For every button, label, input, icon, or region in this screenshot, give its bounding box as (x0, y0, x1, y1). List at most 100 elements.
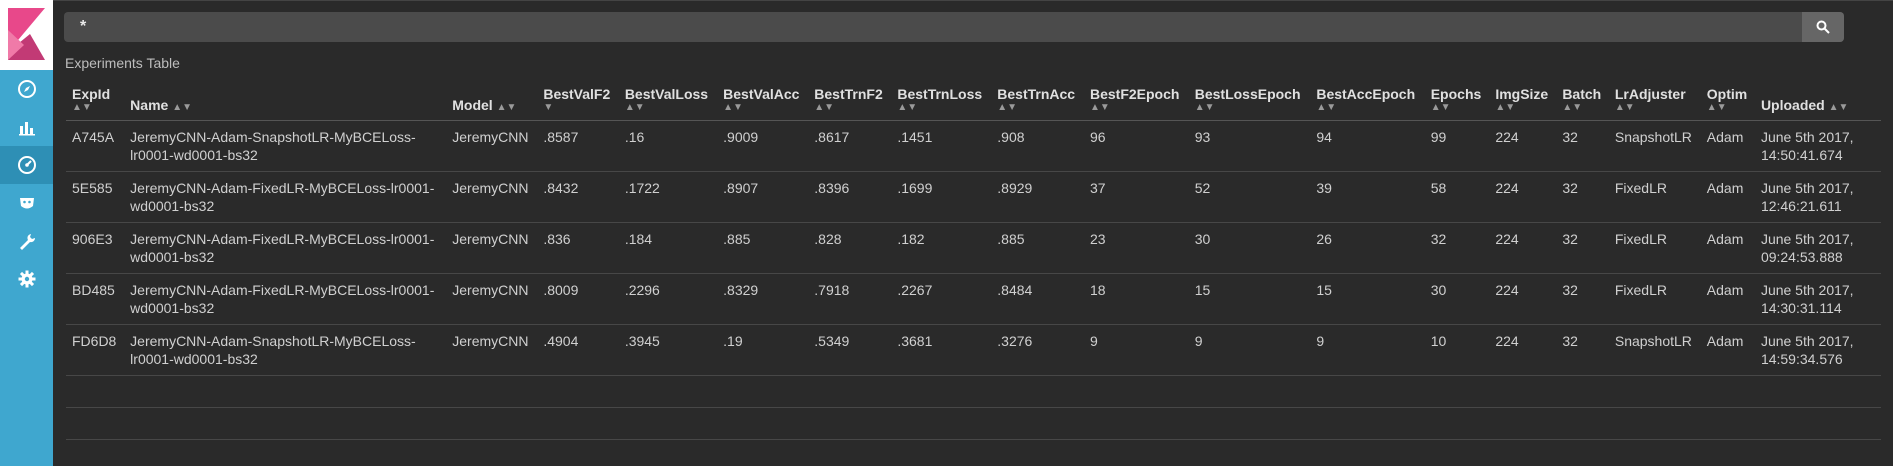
col-header-optim[interactable]: Optim ▲▼ (1700, 80, 1755, 121)
cell-batch: 32 (1556, 273, 1609, 325)
cell-uploaded: June 5th 2017, 14:59:34.576 (1754, 324, 1881, 376)
col-header-besttrnacc[interactable]: BestTrnAcc ▲▼ (991, 80, 1084, 121)
col-header-bestvalacc[interactable]: BestValAcc ▲▼ (717, 80, 809, 121)
cell-epochs: 10 (1424, 324, 1490, 376)
cell-imgsize: 224 (1489, 222, 1557, 274)
cell-lradjuster: FixedLR (1608, 171, 1701, 223)
nav-timelion[interactable] (0, 184, 53, 222)
sort-desc-icon[interactable]: ▼ (543, 102, 612, 114)
sort-icon[interactable]: ▲▼ (1316, 102, 1418, 114)
sort-icon[interactable]: ▲▼ (497, 102, 517, 113)
cell-imgsize: 224 (1489, 273, 1557, 325)
cell-name: JeremyCNN-Adam-SnapshotLR-MyBCELoss-lr00… (124, 324, 447, 376)
wrench-icon (19, 234, 35, 250)
cell-uploaded: June 5th 2017, 09:24:53.888 (1754, 222, 1881, 274)
search-input[interactable] (64, 12, 1794, 42)
compass-icon (17, 80, 36, 98)
sort-icon[interactable]: ▲▼ (72, 102, 118, 114)
nav-dashboard[interactable] (0, 146, 53, 184)
cell-epochs: 30 (1424, 273, 1490, 325)
col-header-expid[interactable]: ExpId ▲▼ (66, 80, 125, 121)
col-header-besttrnloss[interactable]: BestTrnLoss ▲▼ (891, 80, 992, 121)
cell-bestvalloss: .16 (618, 120, 718, 172)
table-row: 906E3 JeremyCNN-Adam-FixedLR-MyBCELoss-lr… (66, 222, 1881, 274)
cell-lradjuster: SnapshotLR (1608, 324, 1701, 376)
cell-optim: Adam (1700, 171, 1755, 223)
cell-epochs: 32 (1424, 222, 1490, 274)
cell-bestaccepoch: 9 (1310, 324, 1425, 376)
col-header-besttrnf2[interactable]: BestTrnF2 ▲▼ (808, 80, 892, 121)
sort-icon[interactable]: ▲▼ (814, 102, 885, 114)
cell-bestf2epoch: 18 (1083, 273, 1189, 325)
col-header-lradjuster[interactable]: LrAdjuster ▲▼ (1608, 80, 1701, 121)
empty-row (66, 407, 1881, 440)
cell-model: JeremyCNN (446, 273, 538, 325)
cell-bestf2epoch: 37 (1083, 171, 1189, 223)
cell-bestvalf2: .8432 (537, 171, 619, 223)
col-header-batch[interactable]: Batch ▲▼ (1556, 80, 1609, 121)
cell-besttrnacc: .908 (991, 120, 1084, 172)
cell-bestf2epoch: 96 (1083, 120, 1189, 172)
cell-besttrnloss: .3681 (891, 324, 992, 376)
cell-name: JeremyCNN-Adam-FixedLR-MyBCELoss-lr0001-… (124, 222, 447, 274)
cell-name: JeremyCNN-Adam-SnapshotLR-MyBCELoss-lr00… (124, 120, 447, 172)
cell-batch: 32 (1556, 324, 1609, 376)
cell-model: JeremyCNN (446, 222, 538, 274)
cell-lradjuster: SnapshotLR (1608, 120, 1701, 172)
cell-besttrnacc: .885 (991, 222, 1084, 274)
sort-icon[interactable]: ▲▼ (625, 102, 711, 114)
search-button[interactable] (1802, 12, 1844, 42)
sort-icon[interactable]: ▲▼ (1615, 102, 1695, 114)
sort-icon[interactable]: ▲▼ (723, 102, 802, 114)
cell-epochs: 58 (1424, 171, 1490, 223)
col-header-bestaccepoch[interactable]: BestAccEpoch ▲▼ (1310, 80, 1425, 121)
cell-bestlossepoch: 93 (1188, 120, 1311, 172)
cell-besttrnf2: .828 (808, 222, 892, 274)
cell-besttrnf2: .5349 (808, 324, 892, 376)
col-header-bestlossepoch[interactable]: BestLossEpoch ▲▼ (1188, 80, 1311, 121)
nav-visualize[interactable] (0, 108, 53, 146)
nav-settings[interactable] (0, 260, 53, 298)
cell-optim: Adam (1700, 324, 1755, 376)
sort-icon[interactable]: ▲▼ (1090, 102, 1183, 114)
sort-icon[interactable]: ▲▼ (897, 102, 985, 114)
sort-icon[interactable]: ▲▼ (997, 102, 1078, 114)
sort-icon[interactable]: ▲▼ (1195, 102, 1305, 114)
cell-expid: 5E585 (66, 171, 125, 223)
col-header-name[interactable]: Name ▲▼ (124, 80, 447, 121)
sort-icon[interactable]: ▲▼ (1431, 102, 1484, 114)
cell-expid: 906E3 (66, 222, 125, 274)
table-body: A745A JeremyCNN-Adam-SnapshotLR-MyBCELoss… (66, 120, 1881, 440)
col-header-bestvalloss[interactable]: BestValLoss ▲▼ (618, 80, 718, 121)
sort-icon[interactable]: ▲▼ (1829, 102, 1849, 113)
cell-bestvalloss: .184 (618, 222, 718, 274)
cell-bestvalloss: .3945 (618, 324, 718, 376)
cell-bestaccepoch: 39 (1310, 171, 1425, 223)
col-header-uploaded[interactable]: Uploaded ▲▼ (1754, 80, 1881, 121)
sort-icon[interactable]: ▲▼ (1495, 102, 1550, 114)
cell-epochs: 99 (1424, 120, 1490, 172)
cell-batch: 32 (1556, 120, 1609, 172)
nav-devtools[interactable] (0, 222, 53, 260)
cell-imgsize: 224 (1489, 171, 1557, 223)
col-header-bestvalf2[interactable]: BestValF2 ▼ (537, 80, 619, 121)
query-bar (64, 12, 1844, 42)
col-header-epochs[interactable]: Epochs ▲▼ (1424, 80, 1490, 121)
col-header-imgsize[interactable]: ImgSize ▲▼ (1489, 80, 1557, 121)
nav-discover[interactable] (0, 70, 53, 108)
cell-besttrnacc: .8929 (991, 171, 1084, 223)
cell-bestlossepoch: 30 (1188, 222, 1311, 274)
col-header-bestf2epoch[interactable]: BestF2Epoch ▲▼ (1083, 80, 1189, 121)
sort-icon[interactable]: ▲▼ (1707, 102, 1749, 114)
sidebar (0, 0, 53, 466)
cell-lradjuster: FixedLR (1608, 273, 1701, 325)
table-header-row: ExpId ▲▼ Name ▲▼ Model ▲▼ BestValF2 ▼ Best… (66, 80, 1881, 121)
cell-optim: Adam (1700, 273, 1755, 325)
cell-bestlossepoch: 9 (1188, 324, 1311, 376)
sort-icon[interactable]: ▲▼ (172, 102, 192, 113)
sort-icon[interactable]: ▲▼ (1562, 102, 1603, 114)
cell-besttrnloss: .1451 (891, 120, 992, 172)
col-header-model[interactable]: Model ▲▼ (446, 80, 538, 121)
cell-besttrnf2: .8396 (808, 171, 892, 223)
kibana-logo[interactable] (0, 0, 53, 70)
